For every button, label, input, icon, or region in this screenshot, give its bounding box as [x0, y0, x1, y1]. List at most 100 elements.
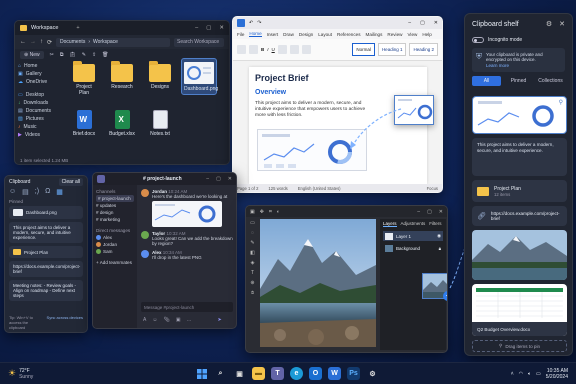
menu-draw[interactable]: Draw — [283, 32, 294, 37]
file-item-folder[interactable]: Research — [109, 61, 135, 90]
share-icon[interactable]: ⇪ — [92, 52, 96, 58]
send-icon[interactable]: ➤ — [218, 317, 222, 323]
sidebar-item-music[interactable]: ♪ Music — [18, 123, 54, 131]
close-icon[interactable]: ✕ — [439, 209, 443, 215]
shelf-item-photo[interactable] — [472, 230, 567, 280]
menu-mailings[interactable]: Mailings — [366, 32, 383, 37]
task-view-icon[interactable]: ▣ — [233, 367, 246, 380]
settings-gear-icon[interactable]: ⚙ — [366, 367, 379, 380]
outlook-icon[interactable]: O — [309, 367, 322, 380]
clock[interactable]: 10:35 AM 5/20/2024 — [546, 368, 568, 380]
file-item-excel[interactable]: X Budget.xlsx — [109, 110, 135, 137]
add-to-shelf-icon[interactable]: + — [443, 291, 447, 301]
style-heading-1[interactable]: Heading 1 — [377, 43, 407, 56]
minimize-icon[interactable]: – — [417, 209, 420, 215]
move-tool-icon[interactable]: ✥ — [260, 209, 264, 215]
gif-icon[interactable]: ▤ — [22, 188, 29, 196]
menu-references[interactable]: References — [337, 32, 361, 37]
fill-tool-icon[interactable]: ◈ — [248, 260, 257, 266]
incognito-toggle[interactable] — [472, 37, 484, 43]
close-icon[interactable]: ✕ — [434, 20, 438, 26]
file-item-image-selected[interactable]: Dashboard.png — [181, 58, 218, 95]
menu-view[interactable]: View — [407, 32, 417, 37]
tab-all[interactable]: All — [472, 76, 501, 86]
breadcrumb-workspace[interactable]: Workspace — [93, 39, 118, 45]
eraser-tool-icon[interactable]: ◧ — [248, 250, 257, 256]
menu-insert[interactable]: Insert — [267, 32, 279, 37]
channel-item[interactable]: # marketing — [96, 216, 134, 223]
align-icon[interactable] — [289, 45, 299, 54]
focus-button[interactable]: Focus — [427, 186, 438, 191]
teams-icon[interactable]: T — [271, 367, 284, 380]
tab-layers[interactable]: Layers — [383, 221, 397, 227]
shelf-item-spreadsheet[interactable]: Q2 Budget Overview.docx — [472, 284, 567, 336]
shelf-item-image[interactable]: ⚲ — [472, 96, 567, 134]
maximize-icon[interactable]: ▢ — [216, 176, 221, 182]
maximize-icon[interactable]: ▢ — [427, 209, 432, 215]
copy-icon[interactable]: ⧉ — [60, 52, 64, 58]
zoom-tool-icon[interactable]: ⊕ — [248, 280, 257, 286]
rename-icon[interactable]: ✎ — [82, 52, 86, 58]
emoji-icon[interactable]: ☺ — [9, 188, 16, 196]
more-icon[interactable]: … — [187, 317, 192, 323]
start-button[interactable] — [195, 367, 208, 380]
gif-icon[interactable]: ▣ — [176, 317, 181, 323]
select-tool-icon[interactable]: ▭ — [248, 220, 257, 226]
new-button[interactable]: ⊕ New — [20, 50, 44, 59]
search-icon[interactable]: ⌕ — [214, 367, 227, 380]
tab-collections[interactable]: Collections — [536, 76, 565, 86]
undo-icon[interactable]: ↶ — [249, 20, 253, 26]
dm-item[interactable]: Sam — [96, 248, 134, 255]
photo-canvas[interactable] — [260, 219, 376, 347]
channel-item[interactable]: # design — [96, 209, 134, 216]
breadcrumb-documents[interactable]: Documents — [60, 39, 85, 45]
add-teammates-button[interactable]: + Add teammates — [96, 259, 134, 266]
sidebar-item-desktop[interactable]: ▭ Desktop — [18, 91, 54, 99]
close-icon[interactable]: ✕ — [219, 25, 224, 31]
file-item-text[interactable]: Notes.txt — [147, 110, 173, 137]
emoji-icon[interactable]: ☺ — [152, 317, 157, 323]
italic-button[interactable]: I — [267, 47, 268, 52]
close-icon[interactable]: ✕ — [559, 20, 565, 28]
clipboard-item-folder[interactable]: Project Plan — [9, 246, 83, 258]
forward-icon[interactable]: → — [30, 39, 36, 45]
close-icon[interactable]: ✕ — [228, 176, 232, 182]
minimize-icon[interactable]: – — [206, 176, 209, 182]
paste-icon[interactable]: 📋︎ — [69, 52, 75, 58]
search-input[interactable]: Search Workspace — [174, 37, 224, 47]
menu-file[interactable]: File — [237, 32, 244, 37]
edge-icon[interactable]: e — [290, 367, 303, 380]
explorer-tab-title[interactable]: Workspace — [31, 25, 58, 31]
sidebar-item-videos[interactable]: ▶ Videos — [18, 131, 54, 139]
sidebar-item-pictures[interactable]: ▨ Pictures — [18, 115, 54, 123]
sidebar-item-downloads[interactable]: ↓ Downloads — [18, 99, 54, 107]
drop-zone[interactable]: ⚲ Drag items to pin — [472, 340, 567, 352]
message-compose[interactable]: Message #project-launch — [141, 302, 233, 312]
weather-widget[interactable]: ☀ 72°F Sunny — [0, 368, 140, 380]
menu-help[interactable]: Help — [422, 32, 431, 37]
pin-icon[interactable]: ⚲ — [559, 99, 563, 106]
attach-icon[interactable]: 📎︎ — [163, 317, 169, 323]
menu-home[interactable]: Home — [249, 31, 262, 37]
clipboard-item-link[interactable]: https://docs.example.com/project-brief — [9, 261, 83, 277]
back-icon[interactable]: ← — [20, 39, 26, 45]
address-bar[interactable]: Documents › Workspace — [56, 37, 170, 47]
shelf-item-link[interactable]: 🔗︎ https://docs.example.com/project-brie… — [472, 206, 567, 226]
clipboard-item-text[interactable]: This project aims to deliver a modern, s… — [9, 222, 83, 243]
sync-link[interactable]: Sync across devices — [47, 315, 83, 330]
crop-tool-icon[interactable]: ⌗ — [269, 209, 272, 215]
settings-gear-icon[interactable]: ⚙ — [546, 20, 552, 28]
format-icon[interactable]: A — [143, 317, 146, 323]
clipboard-item-notes[interactable]: Meeting notes: - Review goals - Align on… — [9, 280, 83, 301]
list-icon[interactable] — [301, 45, 311, 54]
word-icon[interactable]: W — [328, 367, 341, 380]
photoshop-icon[interactable]: Ps — [347, 367, 360, 380]
filter-tool-icon[interactable]: ◐ — [277, 209, 280, 215]
maximize-icon[interactable]: ▢ — [206, 25, 211, 31]
refresh-icon[interactable]: ⟳ — [47, 39, 52, 46]
maximize-icon[interactable]: ▢ — [420, 20, 425, 26]
shared-dashboard-image[interactable] — [152, 201, 222, 227]
cut-icon[interactable]: ✂ — [50, 52, 54, 58]
sidebar-item-documents[interactable]: ▤ Documents — [18, 107, 54, 115]
file-item-folder[interactable]: Project Plan — [71, 61, 97, 96]
